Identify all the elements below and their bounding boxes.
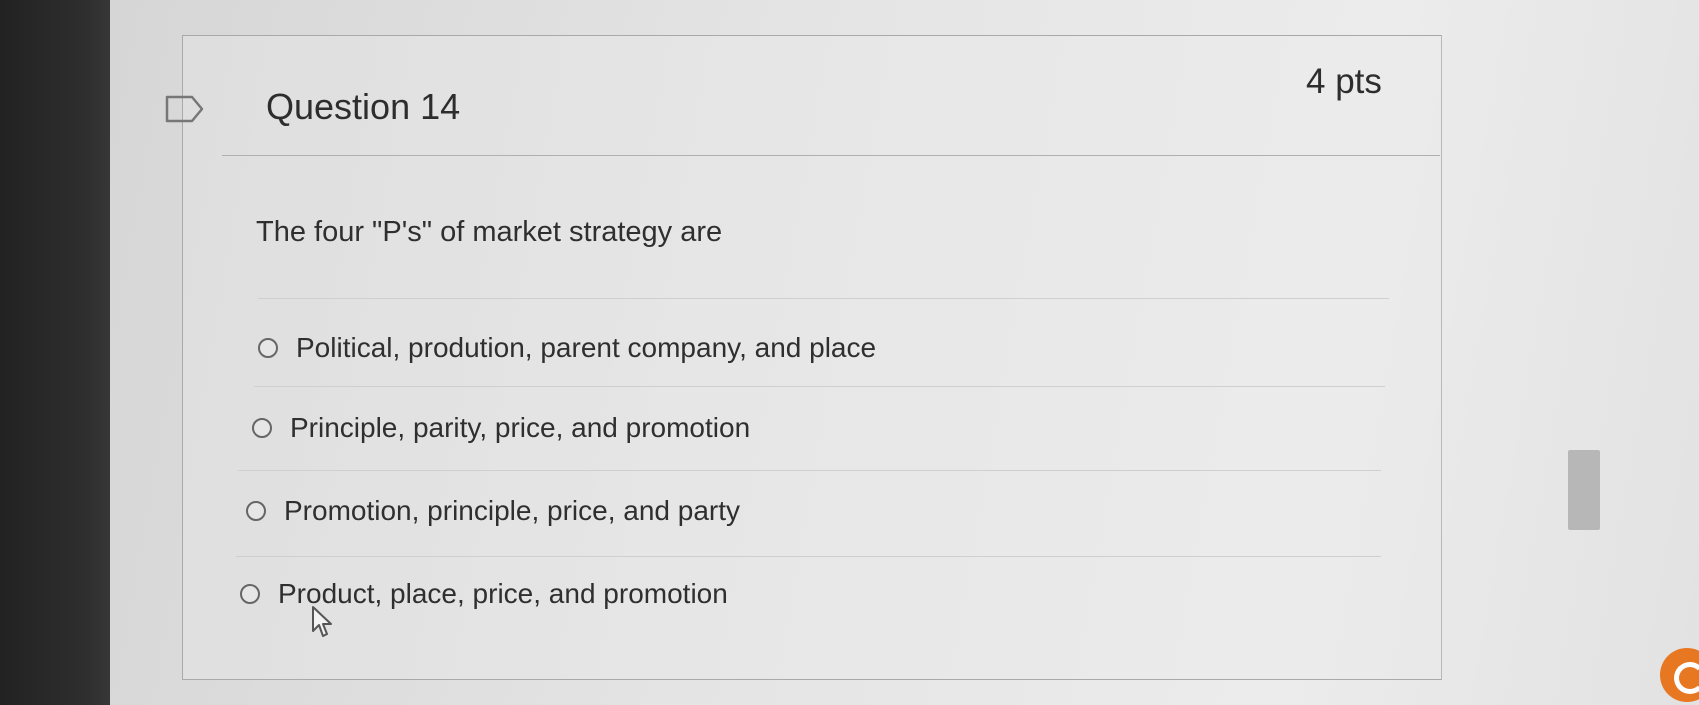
radio-button[interactable] bbox=[240, 584, 260, 604]
mouse-pointer-icon bbox=[312, 606, 332, 637]
answer-option-3[interactable]: Promotion, principle, price, and party bbox=[246, 495, 740, 527]
question-text: The four "P's" of market strategy are bbox=[256, 216, 723, 248]
answer-divider bbox=[238, 470, 1381, 471]
question-title: Question 14 bbox=[266, 86, 461, 127]
background-edge bbox=[0, 0, 120, 705]
radio-button[interactable] bbox=[246, 501, 266, 521]
radio-button[interactable] bbox=[252, 418, 272, 438]
answer-label: Principle, parity, price, and promotion bbox=[290, 412, 751, 443]
radio-button[interactable] bbox=[258, 338, 278, 358]
flag-question-icon[interactable] bbox=[165, 95, 205, 123]
answer-label: Product, place, price, and promotion bbox=[278, 578, 728, 609]
answer-label: Political, prodution, parent company, an… bbox=[296, 332, 877, 363]
answer-option-2[interactable]: Principle, parity, price, and promotion bbox=[252, 412, 750, 444]
answer-label: Promotion, principle, price, and party bbox=[284, 495, 740, 526]
answer-divider bbox=[254, 386, 1385, 387]
question-points: 4 pts bbox=[1306, 62, 1382, 101]
answer-divider bbox=[236, 556, 1381, 557]
answer-option-1[interactable]: Political, prodution, parent company, an… bbox=[258, 332, 876, 364]
scrollbar-thumb[interactable] bbox=[1568, 450, 1600, 530]
answer-divider bbox=[258, 298, 1389, 299]
